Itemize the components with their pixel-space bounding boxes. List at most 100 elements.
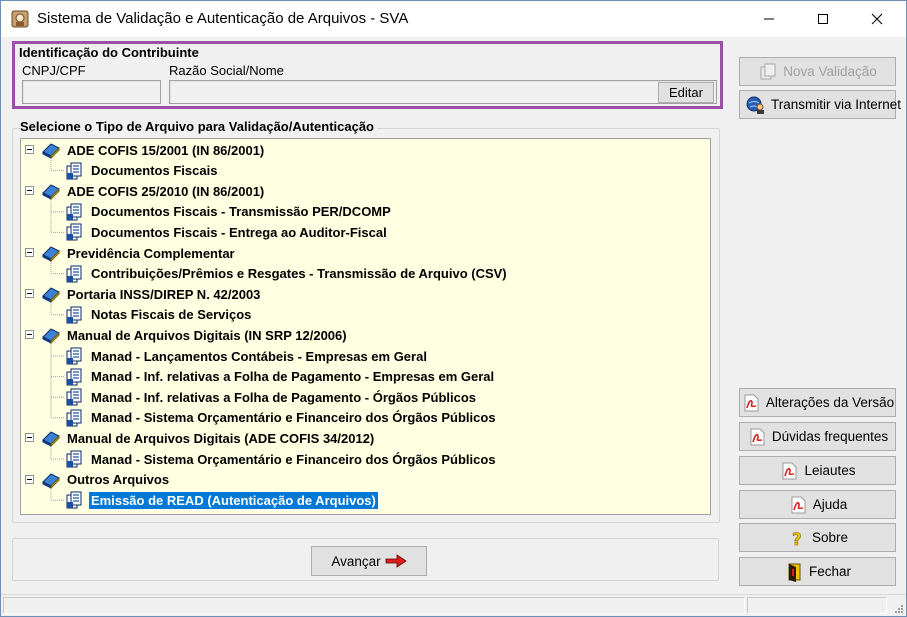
sobre-button[interactable]: ? Sobre xyxy=(739,523,896,552)
exit-door-icon xyxy=(788,563,801,582)
transmitir-label: Transmitir via Internet xyxy=(771,97,902,112)
tree-expander-3[interactable] xyxy=(25,289,34,299)
status-panel-secondary xyxy=(747,597,887,614)
book-stack-icon xyxy=(41,182,61,201)
nova-validacao-label: Nova Validação xyxy=(783,64,877,79)
tree-expander-2[interactable] xyxy=(25,248,34,257)
tree-node-label: Manual de Arquivos Digitais (ADE COFIS 3… xyxy=(67,430,375,446)
tree-node-category[interactable]: Portaria INSS/DIREP N. 42/2003 xyxy=(41,284,262,304)
question-icon: ? xyxy=(792,529,802,548)
leiautes-button[interactable]: Leiautes xyxy=(739,456,896,485)
document-icon xyxy=(65,368,85,386)
tree-node-label: Documentos Fiscais - Entrega ao Auditor-… xyxy=(91,224,387,240)
transmitir-button[interactable]: Transmitir via Internet xyxy=(739,90,901,119)
main-window: Sistema de Validação e Autenticação de A… xyxy=(0,0,907,617)
tree-node-label: Portaria INSS/DIREP N. 42/2003 xyxy=(67,286,261,302)
tree-node-label: Manad - Sistema Orçamentário e Financeir… xyxy=(91,451,496,467)
pdf-icon xyxy=(782,462,797,479)
status-bar xyxy=(1,594,906,616)
nova-validacao-button[interactable]: Nova Validação xyxy=(739,57,896,86)
document-icon xyxy=(65,203,85,221)
tree-node-label: Contribuições/Prêmios e Resgates - Trans… xyxy=(91,266,507,282)
tree-node-item[interactable]: Documentos Fiscais - Transmissão PER/DCO… xyxy=(65,202,393,222)
app-icon xyxy=(11,10,29,28)
edit-button[interactable]: Editar xyxy=(658,82,714,103)
tree-node-item[interactable]: Manad - Inf. relativas a Folha de Pagame… xyxy=(65,387,478,407)
cnpj-field[interactable] xyxy=(22,80,161,104)
tree-node-category[interactable]: Previdência Complementar xyxy=(41,243,237,263)
tree-node-item[interactable]: Emissão de READ (Autenticação de Arquivo… xyxy=(65,490,379,510)
minimize-button[interactable] xyxy=(746,1,792,37)
tree-node-label: Manad - Inf. relativas a Folha de Pagame… xyxy=(91,389,477,405)
cnpj-label: CNPJ/CPF xyxy=(22,63,86,78)
avancar-label: Avançar xyxy=(331,553,381,569)
tree-node-category[interactable]: Manual de Arquivos Digitais (IN SRP 12/2… xyxy=(41,325,349,345)
book-stack-icon xyxy=(41,471,61,489)
tree-node-item[interactable]: Documentos Fiscais xyxy=(65,161,219,181)
book-stack-icon xyxy=(41,285,61,304)
tree-node-category[interactable]: Outros Arquivos xyxy=(41,470,171,490)
svg-text:?: ? xyxy=(792,530,802,548)
tree-node-item[interactable]: Notas Fiscais de Serviços xyxy=(65,305,253,325)
minimize-icon xyxy=(764,18,774,20)
tree-node-category[interactable]: ADE COFIS 15/2001 (IN 86/2001) xyxy=(41,140,266,160)
copy-icon xyxy=(760,63,776,79)
razao-social-label: Razão Social/Nome xyxy=(169,63,284,78)
tree-expander-6[interactable] xyxy=(25,474,34,484)
tree-node-item[interactable]: Manad - Inf. relativas a Folha de Pagame… xyxy=(65,367,496,387)
tree-node-item[interactable]: Manad - Lançamentos Contábeis - Empresas… xyxy=(65,346,429,366)
fechar-label: Fechar xyxy=(808,564,852,579)
file-type-group-title: Selecione o Tipo de Arquivo para Validaç… xyxy=(20,119,377,134)
tree-node-label: Manad - Inf. relativas a Folha de Pagame… xyxy=(91,369,495,385)
globe-user-icon xyxy=(746,96,764,114)
tree-node-item[interactable]: Manad - Sistema Orçamentário e Financeir… xyxy=(65,408,498,428)
tree-expander-5[interactable] xyxy=(25,433,34,443)
tree-node-label: Documentos Fiscais - Transmissão PER/DCO… xyxy=(91,204,391,220)
tree-node-label: Manad - Sistema Orçamentário e Financeir… xyxy=(91,410,496,426)
pdf-icon xyxy=(744,394,759,411)
tree-node-label: Previdência Complementar xyxy=(67,245,235,261)
document-icon xyxy=(65,223,85,241)
document-icon xyxy=(65,491,85,509)
tree-node-label: Documentos Fiscais xyxy=(91,163,218,179)
resize-grip-icon[interactable] xyxy=(892,602,904,614)
tree-node-label: Notas Fiscais de Serviços xyxy=(91,307,252,323)
maximize-icon xyxy=(818,14,828,24)
tree-node-category[interactable]: ADE COFIS 25/2010 (IN 86/2001) xyxy=(41,181,266,201)
tree-expander-1[interactable] xyxy=(25,186,34,196)
window-title: Sistema de Validação e Autenticação de A… xyxy=(37,10,409,27)
tree-node-item[interactable]: Documentos Fiscais - Entrega ao Auditor-… xyxy=(65,222,389,242)
close-button[interactable] xyxy=(854,1,900,37)
tree-node-item[interactable]: Manad - Sistema Orçamentário e Financeir… xyxy=(65,449,498,469)
book-stack-icon xyxy=(41,429,61,448)
document-icon xyxy=(65,388,85,406)
pdf-icon xyxy=(791,496,806,513)
book-stack-icon xyxy=(41,141,61,160)
duvidas-frequentes-label: Dúvidas frequentes xyxy=(771,429,889,444)
maximize-button[interactable] xyxy=(800,1,846,37)
file-type-tree[interactable]: ADE COFIS 15/2001 (IN 86/2001) Documentos… xyxy=(20,138,711,515)
tree-expander-0[interactable] xyxy=(25,145,34,154)
arrow-right-icon xyxy=(385,554,407,568)
contribuinte-group: Identificação do Contribuinte CNPJ/CPF R… xyxy=(12,41,723,109)
tree-node-label: ADE COFIS 15/2001 (IN 86/2001) xyxy=(67,142,265,158)
avancar-button[interactable]: Avançar xyxy=(311,546,427,576)
duvidas-frequentes-button[interactable]: Dúvidas frequentes xyxy=(739,422,896,451)
alteracoes-versao-button[interactable]: Alterações da Versão xyxy=(739,388,896,417)
razao-social-field[interactable] xyxy=(169,80,717,104)
title-bar[interactable]: Sistema de Validação e Autenticação de A… xyxy=(1,1,906,37)
close-icon xyxy=(871,13,883,25)
pdf-icon xyxy=(750,428,765,445)
fechar-button[interactable]: Fechar xyxy=(739,557,896,586)
ajuda-button[interactable]: Ajuda xyxy=(739,490,896,519)
tree-expander-4[interactable] xyxy=(25,330,34,340)
tree-node-item[interactable]: Contribuições/Prêmios e Resgates - Trans… xyxy=(65,264,509,284)
tree-node-label: Manad - Lançamentos Contábeis - Empresas… xyxy=(91,348,427,364)
alteracoes-versao-label: Alterações da Versão xyxy=(765,395,895,410)
tree-node-category[interactable]: Manual de Arquivos Digitais (ADE COFIS 3… xyxy=(41,428,376,448)
tree-node-label: Manual de Arquivos Digitais (IN SRP 12/2… xyxy=(67,327,347,343)
book-stack-icon xyxy=(41,326,61,345)
tree-node-label: ADE COFIS 25/2010 (IN 86/2001) xyxy=(67,183,265,199)
tree-node-label: Emissão de READ (Autenticação de Arquivo… xyxy=(88,490,379,510)
document-icon xyxy=(65,162,85,180)
